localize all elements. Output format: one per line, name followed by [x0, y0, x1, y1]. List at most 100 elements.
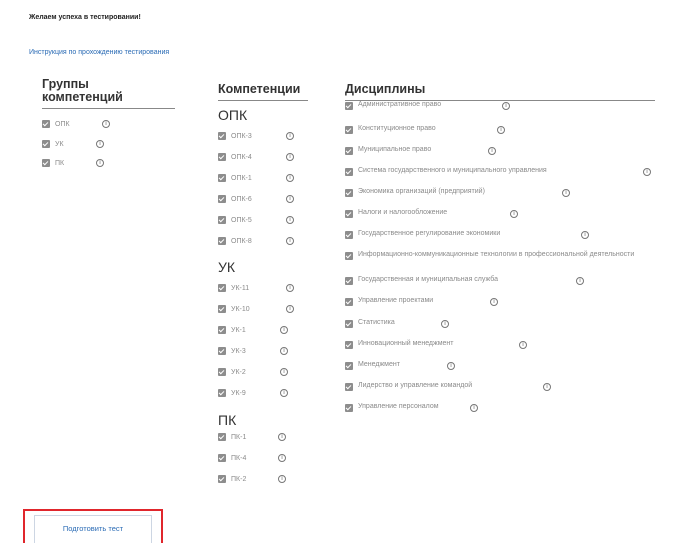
info-icon[interactable]: i: [96, 140, 104, 148]
competency-item[interactable]: УК-1: [218, 324, 246, 336]
checkbox[interactable]: [218, 454, 226, 462]
competency-item[interactable]: УК-10: [218, 303, 250, 315]
competency-item[interactable]: ПК-4: [218, 452, 246, 464]
info-icon[interactable]: i: [286, 132, 294, 140]
info-icon[interactable]: i: [278, 475, 286, 483]
info-icon[interactable]: i: [581, 231, 589, 239]
checkbox[interactable]: [42, 140, 50, 148]
info-icon[interactable]: i: [562, 189, 570, 197]
info-icon[interactable]: i: [447, 362, 455, 370]
info-icon[interactable]: i: [96, 159, 104, 167]
competency-item[interactable]: ОПК-8: [218, 235, 252, 247]
checkbox[interactable]: [345, 231, 353, 239]
instruction-link[interactable]: Инструкция по прохождению тестирования: [29, 49, 169, 56]
checkbox[interactable]: [218, 347, 226, 355]
info-icon[interactable]: i: [441, 320, 449, 328]
info-icon[interactable]: i: [488, 147, 496, 155]
checkbox[interactable]: [42, 159, 50, 167]
checkbox[interactable]: [345, 298, 353, 306]
checkbox[interactable]: [345, 383, 353, 391]
discipline-item[interactable]: Управление персоналом: [345, 403, 439, 412]
discipline-item[interactable]: Лидерство и управление командой: [345, 382, 472, 391]
checkbox[interactable]: [218, 433, 226, 441]
info-icon[interactable]: i: [286, 174, 294, 182]
info-icon[interactable]: i: [510, 210, 518, 218]
competency-item[interactable]: ОПК-1: [218, 172, 252, 184]
competency-item[interactable]: УК-11: [218, 282, 249, 294]
discipline-item[interactable]: Экономика организаций (предприятий): [345, 188, 485, 197]
checkbox[interactable]: [345, 210, 353, 218]
info-icon[interactable]: i: [576, 277, 584, 285]
checkbox[interactable]: [345, 404, 353, 412]
discipline-item[interactable]: Статистика: [345, 319, 395, 328]
group-item-uk[interactable]: УК: [42, 138, 64, 150]
prepare-test-button[interactable]: Подготовить тест: [34, 515, 152, 543]
competency-item[interactable]: УК-9: [218, 387, 246, 399]
discipline-item[interactable]: Информационно-коммуникационные технологи…: [345, 251, 670, 260]
checkbox[interactable]: [218, 237, 226, 245]
info-icon[interactable]: i: [519, 341, 527, 349]
discipline-item[interactable]: Налоги и налогообложение: [345, 209, 447, 218]
checkbox[interactable]: [218, 195, 226, 203]
info-icon[interactable]: i: [502, 102, 510, 110]
checkbox[interactable]: [345, 147, 353, 155]
checkbox[interactable]: [218, 284, 226, 292]
info-icon[interactable]: i: [280, 368, 288, 376]
info-icon[interactable]: i: [286, 153, 294, 161]
checkbox[interactable]: [345, 341, 353, 349]
competency-item[interactable]: ОПК-5: [218, 214, 252, 226]
checkbox[interactable]: [218, 132, 226, 140]
checkbox[interactable]: [345, 362, 353, 370]
competency-item[interactable]: ПК-2: [218, 473, 246, 485]
checkbox[interactable]: [218, 174, 226, 182]
info-icon[interactable]: i: [102, 120, 110, 128]
checkbox[interactable]: [218, 216, 226, 224]
info-icon[interactable]: i: [470, 404, 478, 412]
competency-item[interactable]: ОПК-4: [218, 151, 252, 163]
discipline-item[interactable]: Конституционное право: [345, 125, 436, 134]
competency-item[interactable]: УК-2: [218, 366, 246, 378]
discipline-item[interactable]: Управление проектами: [345, 297, 433, 306]
discipline-item[interactable]: Административное право: [345, 101, 441, 110]
checkbox[interactable]: [345, 189, 353, 197]
discipline-item[interactable]: Государственная и муниципальная служба: [345, 276, 498, 285]
checkbox[interactable]: [345, 320, 353, 328]
discipline-item[interactable]: Менеджмент: [345, 361, 400, 370]
info-icon[interactable]: i: [278, 454, 286, 462]
info-icon[interactable]: i: [280, 326, 288, 334]
checkbox[interactable]: [345, 252, 353, 260]
competency-item[interactable]: ОПК-3: [218, 130, 252, 142]
checkbox[interactable]: [218, 153, 226, 161]
info-icon[interactable]: i: [286, 237, 294, 245]
checkbox[interactable]: [218, 305, 226, 313]
discipline-item[interactable]: Государственное регулирование экономики: [345, 230, 500, 239]
group-item-pk[interactable]: ПК: [42, 157, 64, 169]
competency-item[interactable]: УК-3: [218, 345, 246, 357]
checkbox[interactable]: [345, 168, 353, 176]
info-icon[interactable]: i: [643, 168, 651, 176]
checkbox[interactable]: [42, 120, 50, 128]
checkbox[interactable]: [345, 102, 353, 110]
checkbox[interactable]: [218, 389, 226, 397]
info-icon[interactable]: i: [543, 383, 551, 391]
info-icon[interactable]: i: [286, 195, 294, 203]
competency-item[interactable]: ОПК-6: [218, 193, 252, 205]
checkbox[interactable]: [218, 475, 226, 483]
checkbox[interactable]: [218, 368, 226, 376]
discipline-item[interactable]: Система государственного и муниципальног…: [345, 167, 547, 176]
info-icon[interactable]: i: [278, 433, 286, 441]
info-icon[interactable]: i: [280, 389, 288, 397]
checkbox[interactable]: [345, 126, 353, 134]
info-icon[interactable]: i: [280, 347, 288, 355]
checkbox[interactable]: [345, 277, 353, 285]
checkbox[interactable]: [218, 326, 226, 334]
group-item-opk[interactable]: ОПК: [42, 118, 70, 130]
info-icon[interactable]: i: [286, 216, 294, 224]
info-icon[interactable]: i: [286, 284, 294, 292]
competency-item[interactable]: ПК-1: [218, 431, 246, 443]
discipline-item[interactable]: Инновационный менеджмент: [345, 340, 453, 349]
discipline-item[interactable]: Муниципальное право: [345, 146, 431, 155]
info-icon[interactable]: i: [490, 298, 498, 306]
info-icon[interactable]: i: [286, 305, 294, 313]
info-icon[interactable]: i: [497, 126, 505, 134]
